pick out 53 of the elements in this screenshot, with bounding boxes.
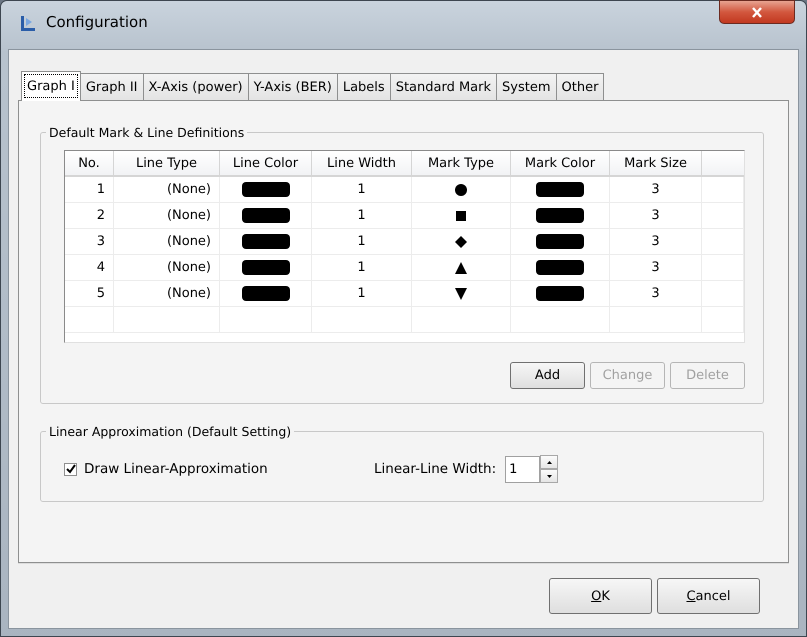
table-cell: (None) [114, 255, 220, 281]
app-icon [18, 13, 38, 33]
table-cell: (None) [114, 203, 220, 229]
field-label: Linear-Line Width: [374, 461, 496, 477]
table-cell: 5 [65, 281, 114, 307]
dialog-button[interactable]: Cancel [657, 578, 760, 614]
table-cell: 1 [312, 203, 412, 229]
table-cell: 3 [610, 255, 702, 281]
table-cell: 3 [610, 203, 702, 229]
table-cell: 3 [65, 229, 114, 255]
column-header[interactable]: Line Type [114, 151, 220, 177]
table-cell: 2 [65, 203, 114, 229]
checkmark-icon [66, 464, 76, 474]
down-arrow-icon [546, 474, 552, 478]
window-title: Configuration [46, 13, 148, 31]
close-button[interactable] [719, 0, 795, 24]
group-title: Default Mark & Line Definitions [48, 125, 246, 140]
column-header[interactable]: Line Color [220, 151, 312, 177]
dialog-button[interactable]: OK [549, 578, 652, 614]
table-cell: (None) [114, 177, 220, 203]
line-width-field[interactable]: 1 [505, 456, 540, 482]
action-button[interactable]: Add [510, 362, 585, 389]
tab[interactable]: Graph I [21, 71, 81, 101]
checkbox[interactable] [64, 462, 77, 476]
column-header[interactable]: No. [65, 151, 114, 177]
tab[interactable]: Graph II [80, 73, 144, 100]
close-icon [751, 6, 763, 18]
table-cell: (None) [114, 229, 220, 255]
column-header[interactable]: Mark Type [412, 151, 511, 177]
group-title: Linear Approximation (Default Setting) [48, 424, 292, 439]
column-header[interactable]: Mark Color [511, 151, 610, 177]
table-cell: 1 [312, 229, 412, 255]
tab[interactable]: Standard Mark [390, 73, 498, 100]
table-cell: 3 [610, 281, 702, 307]
table-cell: 3 [610, 177, 702, 203]
spin-up-button[interactable] [540, 455, 558, 469]
table-cell: 1 [312, 255, 412, 281]
tab[interactable]: X-Axis (power) [142, 73, 249, 100]
tab[interactable]: Labels [336, 73, 391, 100]
tab[interactable]: Other [556, 73, 604, 100]
column-header[interactable]: Line Width [312, 151, 412, 177]
table-cell: (None) [114, 281, 220, 307]
table-cell: 4 [65, 255, 114, 281]
spin-down-button[interactable] [540, 469, 558, 483]
column-header[interactable]: Mark Size [610, 151, 702, 177]
table-cell: 1 [312, 177, 412, 203]
tab[interactable]: System [496, 73, 557, 100]
tab[interactable]: Y-Axis (BER) [248, 73, 338, 100]
up-arrow-icon [546, 460, 552, 464]
table-cell: 1 [65, 177, 114, 203]
table-cell: 1 [312, 281, 412, 307]
checkbox-label: Draw Linear-Approximation [84, 461, 268, 477]
table-cell: 3 [610, 229, 702, 255]
